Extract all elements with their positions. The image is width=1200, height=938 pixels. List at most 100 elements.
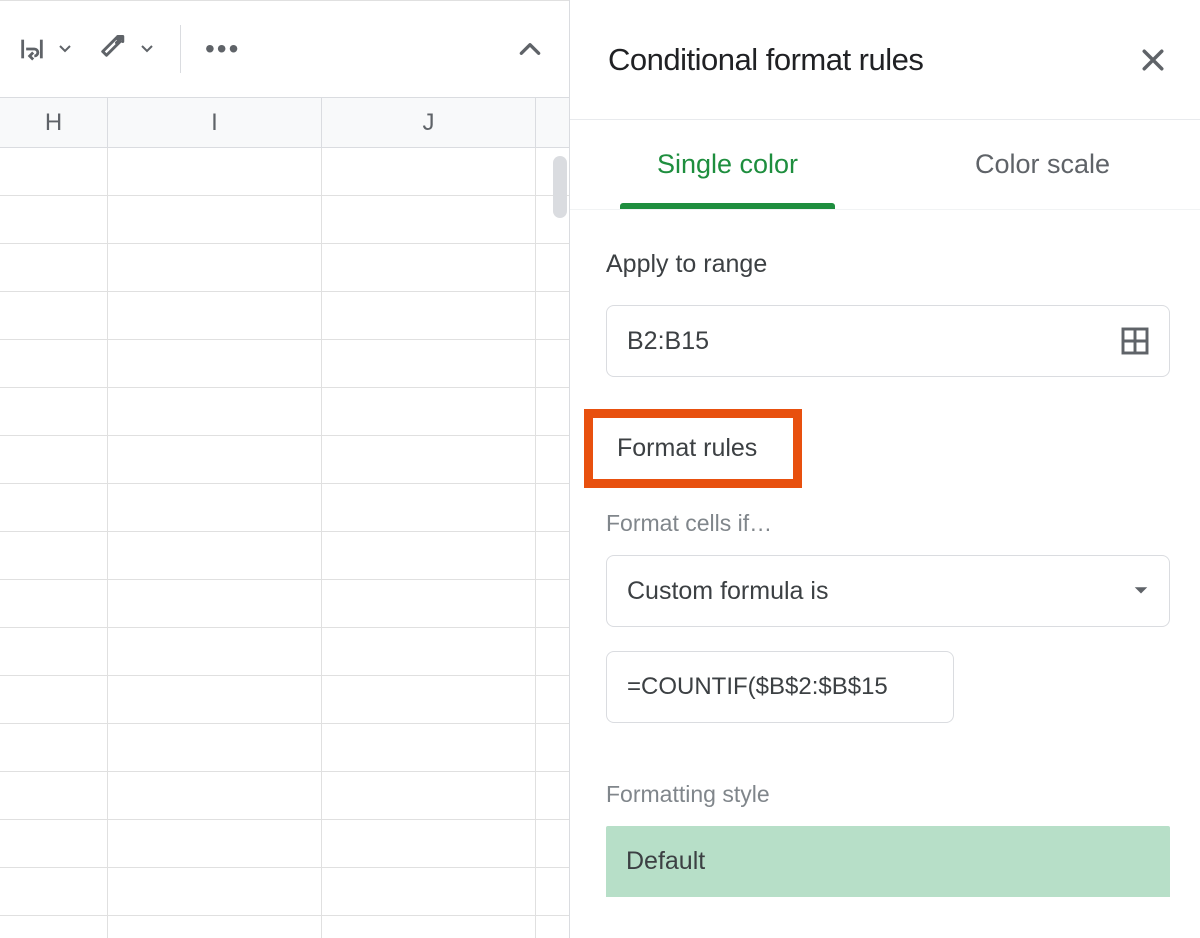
close-button[interactable] <box>1138 45 1168 75</box>
cell[interactable] <box>322 580 536 628</box>
cell[interactable] <box>322 244 536 292</box>
cell[interactable] <box>108 772 322 820</box>
cell[interactable] <box>0 820 108 868</box>
formatting-style-label: Formatting style <box>606 781 1170 808</box>
cell[interactable] <box>322 772 536 820</box>
cell[interactable] <box>536 916 569 938</box>
cell[interactable] <box>322 676 536 724</box>
cell[interactable] <box>108 916 322 938</box>
range-field[interactable] <box>606 305 1170 377</box>
cell[interactable] <box>108 292 322 340</box>
cell[interactable] <box>108 724 322 772</box>
cell[interactable] <box>536 244 569 292</box>
cell[interactable] <box>0 436 108 484</box>
toolbar-separator <box>180 25 181 73</box>
cell[interactable] <box>322 340 536 388</box>
formula-field[interactable] <box>606 651 954 723</box>
cell[interactable] <box>108 436 322 484</box>
text-rotation-dropdown[interactable] <box>136 45 158 53</box>
cell[interactable] <box>108 148 322 196</box>
cell[interactable] <box>536 292 569 340</box>
cell[interactable] <box>0 724 108 772</box>
collapse-toolbar-button[interactable] <box>517 36 563 62</box>
panel-title: Conditional format rules <box>608 42 1138 78</box>
cell[interactable] <box>108 244 322 292</box>
column-header[interactable] <box>536 98 569 147</box>
cell[interactable] <box>322 724 536 772</box>
range-input[interactable] <box>625 326 1119 357</box>
column-header[interactable]: I <box>108 98 322 147</box>
cell[interactable] <box>536 580 569 628</box>
cell[interactable] <box>108 484 322 532</box>
cell[interactable] <box>322 436 536 484</box>
cell[interactable] <box>322 868 536 916</box>
panel-header: Conditional format rules <box>570 0 1200 120</box>
cell[interactable] <box>108 580 322 628</box>
cell[interactable] <box>322 820 536 868</box>
cell[interactable] <box>0 676 108 724</box>
cell[interactable] <box>108 676 322 724</box>
column-header[interactable]: H <box>0 98 108 147</box>
column-headers: H I J <box>0 98 569 148</box>
condition-select[interactable]: Custom formula is <box>606 555 1170 627</box>
column-header[interactable]: J <box>322 98 536 147</box>
tab-single-color[interactable]: Single color <box>570 120 885 209</box>
formula-input[interactable] <box>625 672 935 702</box>
tab-color-scale[interactable]: Color scale <box>885 120 1200 209</box>
cell[interactable] <box>108 196 322 244</box>
cell[interactable] <box>536 532 569 580</box>
cell-grid[interactable]: H I J <box>0 98 569 938</box>
cell[interactable] <box>0 244 108 292</box>
column-letter: I <box>211 109 218 137</box>
cell[interactable] <box>0 772 108 820</box>
cell[interactable] <box>108 388 322 436</box>
cell[interactable] <box>0 340 108 388</box>
cell[interactable] <box>322 292 536 340</box>
text-wrap-button[interactable] <box>12 29 52 69</box>
vertical-scrollbar-thumb[interactable] <box>553 156 567 218</box>
cell[interactable] <box>536 772 569 820</box>
cell[interactable] <box>322 196 536 244</box>
cell[interactable] <box>536 724 569 772</box>
cell[interactable] <box>536 436 569 484</box>
cell[interactable] <box>322 484 536 532</box>
more-toolbar-button[interactable]: ••• <box>197 33 248 65</box>
chevron-down-icon <box>1133 586 1149 596</box>
tab-label: Color scale <box>975 149 1110 180</box>
text-wrap-dropdown[interactable] <box>54 45 76 53</box>
cell[interactable] <box>108 820 322 868</box>
cell[interactable] <box>0 532 108 580</box>
cell[interactable] <box>108 628 322 676</box>
cell[interactable] <box>0 580 108 628</box>
cell[interactable] <box>108 340 322 388</box>
cell[interactable] <box>536 628 569 676</box>
condition-selected-label: Custom formula is <box>627 577 1133 606</box>
cell[interactable] <box>0 868 108 916</box>
column-letter: H <box>45 109 62 137</box>
toolbar: ••• <box>0 0 569 98</box>
cell[interactable] <box>0 484 108 532</box>
cell[interactable] <box>322 532 536 580</box>
cell[interactable] <box>0 196 108 244</box>
cell[interactable] <box>0 916 108 938</box>
cell[interactable] <box>108 532 322 580</box>
cell[interactable] <box>322 628 536 676</box>
cell[interactable] <box>536 340 569 388</box>
cell[interactable] <box>536 388 569 436</box>
cell[interactable] <box>322 916 536 938</box>
text-rotation-button[interactable] <box>94 29 134 69</box>
cell[interactable] <box>536 484 569 532</box>
format-rules-highlight: Format rules <box>584 409 802 488</box>
cell[interactable] <box>536 868 569 916</box>
cell[interactable] <box>536 820 569 868</box>
cell[interactable] <box>0 388 108 436</box>
cell[interactable] <box>322 148 536 196</box>
cell[interactable] <box>536 676 569 724</box>
cell[interactable] <box>0 628 108 676</box>
formatting-style-preview[interactable]: Default <box>606 826 1170 898</box>
cell[interactable] <box>0 148 108 196</box>
cell[interactable] <box>108 868 322 916</box>
cell[interactable] <box>322 388 536 436</box>
cell[interactable] <box>0 292 108 340</box>
select-range-icon[interactable] <box>1119 325 1151 357</box>
